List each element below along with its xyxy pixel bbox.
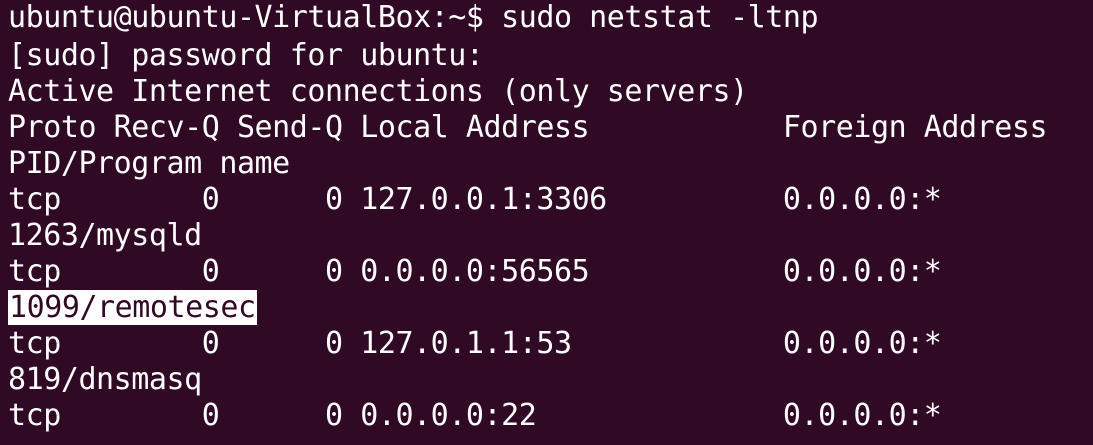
process-name: 819/dnsmasq — [8, 362, 202, 397]
connection-row: tcp 0 0 0.0.0.0:56565 0.0.0.0:* — [8, 254, 942, 289]
output-heading: Active Internet connections (only server… — [8, 74, 748, 109]
sudo-password-prompt: [sudo] password for ubuntu: — [8, 38, 484, 73]
highlighted-process-name-line: 1099/remotesec — [8, 290, 257, 326]
prompt-command-line: ubuntu@ubuntu-VirtualBox:~$ sudo netstat… — [8, 0, 819, 35]
column-headers-wrapped: PID/Program name — [8, 146, 290, 181]
highlighted-process-name[interactable]: 1099/remotesec — [8, 290, 257, 325]
connection-row: tcp 0 0 0.0.0.0:22 0.0.0.0:* — [8, 398, 942, 433]
connection-row: tcp 0 0 127.0.0.1:3306 0.0.0.0:* — [8, 182, 942, 217]
connection-row: tcp 0 0 127.0.1.1:53 0.0.0.0:* — [8, 326, 942, 361]
column-headers: Proto Recv-Q Send-Q Local Address Foreig… — [8, 110, 1048, 145]
terminal-window[interactable]: ubuntu@ubuntu-VirtualBox:~$ sudo netstat… — [0, 0, 1093, 445]
process-name: 1263/mysqld — [8, 218, 202, 253]
